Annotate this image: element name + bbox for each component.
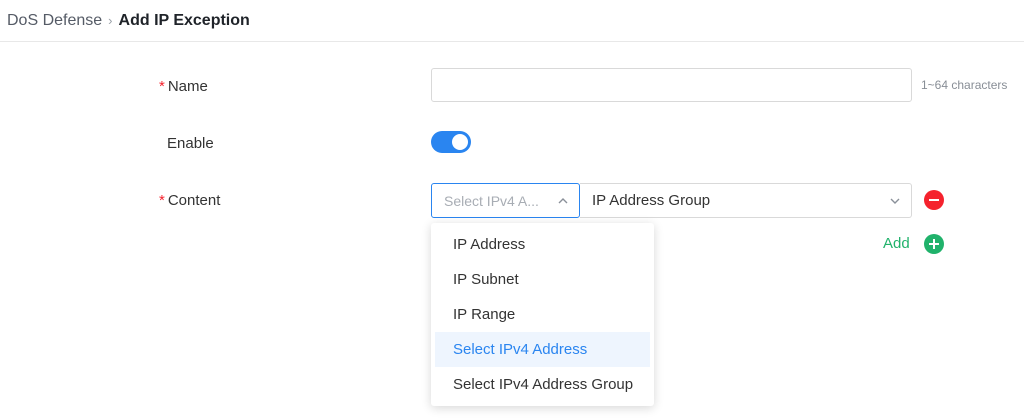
content-type-placeholder: Select IPv4 A... <box>444 192 539 209</box>
dropdown-option[interactable]: IP Range <box>435 297 650 332</box>
required-mark: * <box>159 77 165 95</box>
dropdown-option[interactable]: IP Address <box>435 227 650 262</box>
add-circle-icon[interactable] <box>924 234 944 254</box>
name-label-text: Name <box>167 77 208 95</box>
toggle-knob <box>452 134 468 150</box>
breadcrumb-parent[interactable]: DoS Defense <box>7 12 102 30</box>
breadcrumb: DoS Defense › Add IP Exception <box>0 0 1024 42</box>
content-label: * Content <box>159 190 220 210</box>
name-input[interactable] <box>431 68 912 102</box>
dropdown-option[interactable]: IP Subnet <box>435 262 650 297</box>
content-type-dropdown: IP Address IP Subnet IP Range Select IPv… <box>431 223 654 406</box>
content-value-select[interactable]: IP Address Group <box>580 183 912 218</box>
dropdown-option[interactable]: Select IPv4 Address Group <box>435 367 650 402</box>
page-title: Add IP Exception <box>118 11 250 29</box>
enable-toggle[interactable] <box>431 131 471 153</box>
content-label-text: Content <box>167 191 221 209</box>
chevron-down-icon <box>890 198 900 204</box>
required-mark: * <box>159 191 165 209</box>
add-content-link[interactable]: Add <box>883 235 910 252</box>
remove-circle-icon[interactable] <box>924 190 944 210</box>
enable-label: Enable <box>167 133 214 153</box>
dropdown-option-selected[interactable]: Select IPv4 Address <box>435 332 650 367</box>
chevron-right-icon: › <box>108 13 113 28</box>
chevron-up-icon <box>558 198 568 204</box>
name-hint: 1~64 characters <box>921 78 1008 92</box>
name-label: * Name <box>159 76 208 96</box>
content-type-select[interactable]: Select IPv4 A... <box>431 183 580 218</box>
content-value-text: IP Address Group <box>592 192 711 209</box>
enable-label-text: Enable <box>167 134 214 152</box>
